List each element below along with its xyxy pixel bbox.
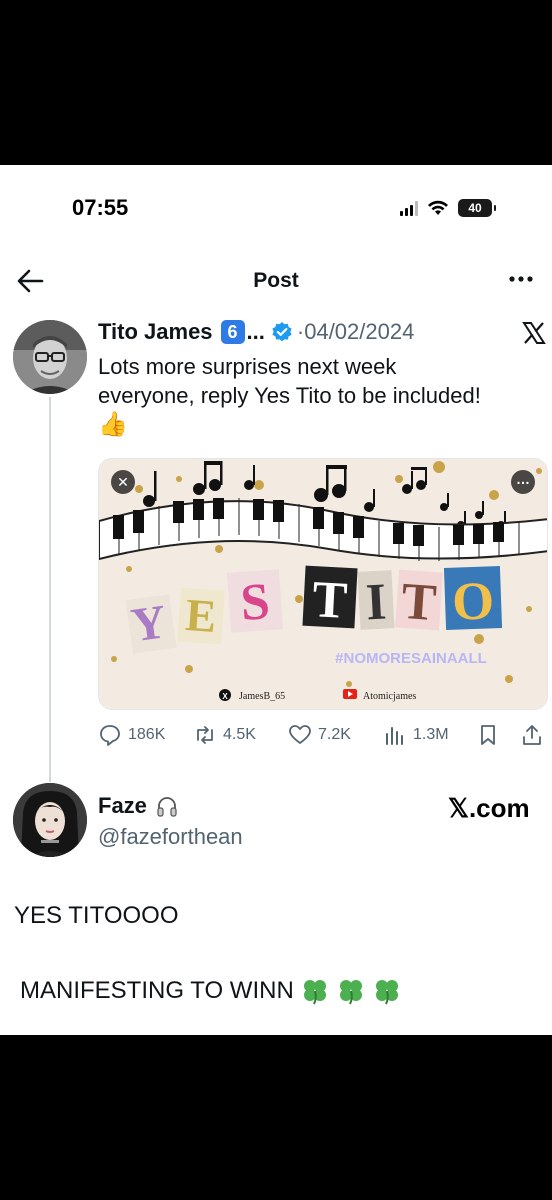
views-icon xyxy=(386,727,403,745)
views-button[interactable]: 1.3M xyxy=(383,723,449,747)
clover-icon xyxy=(339,980,362,1005)
page-title: Post xyxy=(253,269,299,292)
media-close-icon[interactable]: ✕ xyxy=(111,470,135,494)
tweet-actions: 186K 4.5K 7.2K 1.3M xyxy=(98,723,548,753)
tweet-text: Lots more surprises next week everyone, … xyxy=(98,352,543,439)
media-letter: I xyxy=(365,574,388,632)
share-button[interactable] xyxy=(520,723,544,747)
wifi-icon xyxy=(428,200,448,215)
tweet-header: Tito James 6 ... ·04/02/2024 xyxy=(98,319,414,345)
tweet-date: ·04/02/2024 xyxy=(296,319,415,344)
media-x-handle: JamesB_65 xyxy=(239,691,285,702)
clover-icon xyxy=(303,980,326,1005)
like-button[interactable]: 7.2K xyxy=(288,723,351,747)
repost-count: 4.5K xyxy=(223,726,256,743)
reply-text: MANIFESTING TO WINN xyxy=(20,977,294,1004)
headphones-icon xyxy=(157,797,177,817)
author-avatar[interactable] xyxy=(13,320,87,394)
x-logo-icon[interactable] xyxy=(522,321,546,345)
media-hashtag: #NOMORESAINAALL xyxy=(335,650,487,667)
bookmark-button[interactable] xyxy=(476,723,500,747)
reply-avatar[interactable] xyxy=(13,783,87,857)
tweet-text-line: Lots more surprises next week xyxy=(98,354,397,379)
media-letter: E xyxy=(184,589,218,642)
tweet-text-line: everyone, reply Yes Tito to be included! xyxy=(98,383,481,408)
share-icon xyxy=(523,725,541,745)
views-count: 1.3M xyxy=(413,726,449,743)
media-letter: S xyxy=(239,573,272,632)
author-name[interactable]: Tito James xyxy=(98,319,213,345)
media-letter: T xyxy=(400,573,439,632)
reply-button[interactable]: 186K xyxy=(98,723,165,747)
media-yt-channel: Atomicjames xyxy=(363,691,416,702)
thumbs-up-emoji: 👍 xyxy=(98,411,128,438)
signal-icon xyxy=(400,200,418,216)
repost-icon xyxy=(197,726,213,744)
reply-author: Faze xyxy=(98,793,179,819)
media-letter: T xyxy=(311,571,349,630)
media-letter: O xyxy=(451,570,495,631)
clover-icon xyxy=(375,980,398,1005)
reply-author-name[interactable]: Faze xyxy=(98,793,147,819)
svg-text:X: X xyxy=(222,692,228,701)
xcom-link[interactable]: 𝕏.com xyxy=(448,793,530,824)
media-more-icon[interactable]: … xyxy=(511,470,535,494)
more-options-icon[interactable] xyxy=(506,269,536,289)
media-letter: Y xyxy=(128,595,170,652)
screen: 07:55 40 Post Tito James 6 ... ·04/02/20… xyxy=(0,165,552,1035)
reply-count: 186K xyxy=(128,726,166,743)
reply-text-line: MANIFESTING TO WINN xyxy=(20,976,402,1006)
battery-icon: 40 xyxy=(458,199,496,217)
status-time: 07:55 xyxy=(72,195,129,220)
tweet-media-image[interactable]: Y E S T I T O #NOMORESAINAALL X JamesB_6… xyxy=(98,458,548,710)
reply-handle[interactable]: @fazeforthean xyxy=(98,824,243,850)
like-count: 7.2K xyxy=(318,726,351,743)
verified-badge-icon xyxy=(272,322,292,342)
bookmark-icon xyxy=(481,725,495,745)
thread-line xyxy=(49,397,51,782)
number-badge: 6 xyxy=(220,320,245,344)
reply-icon xyxy=(100,725,120,746)
reply-text-line: YES TITOOOO xyxy=(14,902,179,929)
media-artwork: Y E S T I T O #NOMORESAINAALL X JamesB_6… xyxy=(99,459,547,709)
heart-icon xyxy=(289,725,311,744)
status-icons: 40 xyxy=(400,199,496,217)
repost-button[interactable]: 4.5K xyxy=(193,723,256,747)
name-truncation: ... xyxy=(246,319,265,344)
